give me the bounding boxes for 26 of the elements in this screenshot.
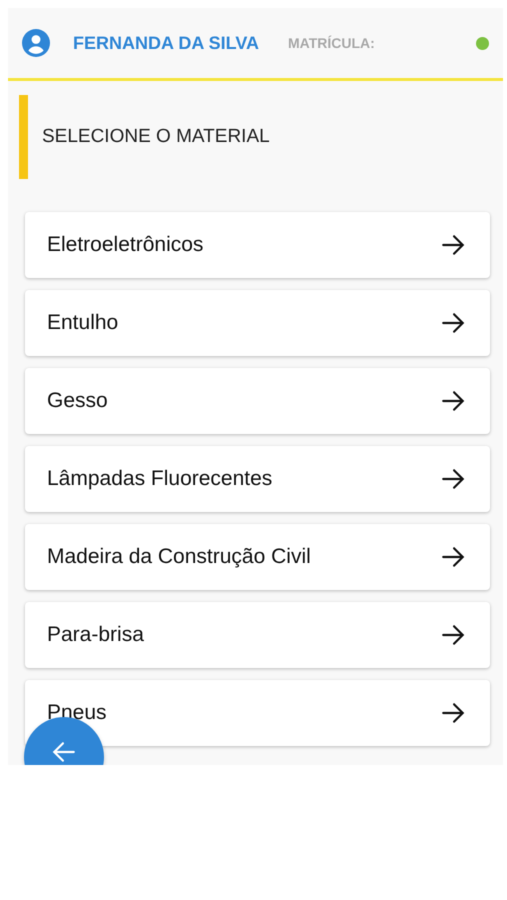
registration-label: MATRÍCULA: xyxy=(288,35,375,51)
arrow-right-icon xyxy=(440,544,466,570)
user-name: FERNANDA DA SILVA xyxy=(73,32,259,54)
arrow-right-icon xyxy=(440,700,466,726)
material-label: Gesso xyxy=(47,389,108,413)
material-item[interactable]: Eletroeletrônicos xyxy=(25,212,490,278)
material-item[interactable]: Entulho xyxy=(25,290,490,356)
arrow-right-icon xyxy=(440,466,466,492)
material-label: Pneus xyxy=(47,701,107,725)
section-title: SELECIONE O MATERIAL xyxy=(42,126,270,148)
material-label: Para-brisa xyxy=(47,623,144,647)
material-item[interactable]: Gesso xyxy=(25,368,490,434)
material-label: Eletroeletrônicos xyxy=(47,233,204,257)
material-item[interactable]: Madeira da Construção Civil xyxy=(25,524,490,590)
arrow-right-icon xyxy=(440,622,466,648)
material-item[interactable]: Pneus xyxy=(25,680,490,746)
material-label: Lâmpadas Fluorecentes xyxy=(47,467,272,491)
arrow-right-icon xyxy=(440,310,466,336)
material-label: Entulho xyxy=(47,311,118,335)
material-label: Madeira da Construção Civil xyxy=(47,545,311,569)
user-icon xyxy=(22,29,50,57)
material-item[interactable]: Lâmpadas Fluorecentes xyxy=(25,446,490,512)
material-item[interactable]: Para-brisa xyxy=(25,602,490,668)
arrow-right-icon xyxy=(440,232,466,258)
arrow-right-icon xyxy=(440,388,466,414)
arrow-left-icon xyxy=(51,739,77,765)
